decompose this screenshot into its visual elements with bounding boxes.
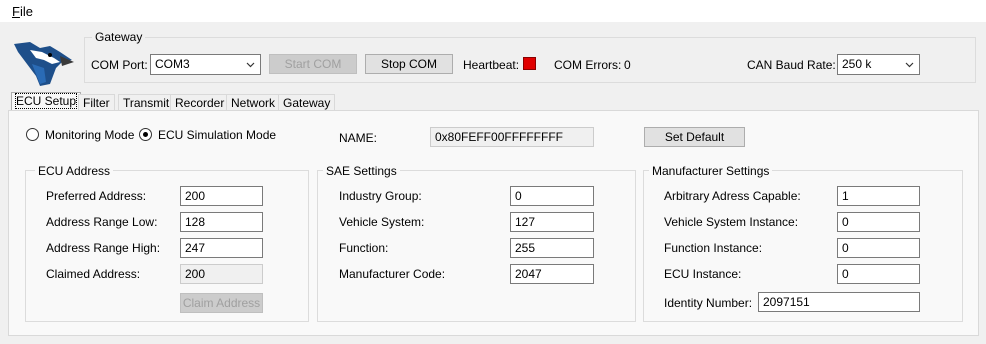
heartbeat-label: Heartbeat: xyxy=(463,58,520,72)
menu-bar: File xyxy=(0,0,986,22)
ecu-instance-label: ECU Instance: xyxy=(664,267,742,281)
function-instance-field[interactable]: 0 xyxy=(837,238,920,258)
menu-file-label: ile xyxy=(19,4,33,19)
tab-ecu-setup-label: ECU Setup xyxy=(14,93,78,109)
simulation-mode-label[interactable]: ECU Simulation Mode xyxy=(158,128,276,142)
stop-com-button[interactable]: Stop COM xyxy=(365,54,453,74)
ecu-address-title: ECU Address xyxy=(35,164,114,178)
function-label: Function: xyxy=(339,241,389,255)
com-port-label: COM Port: xyxy=(91,58,148,72)
address-range-low-field[interactable]: 128 xyxy=(180,212,263,232)
preferred-address-label: Preferred Address: xyxy=(46,189,147,203)
industry-group-field[interactable]: 0 xyxy=(510,186,594,206)
arbitrary-address-label: Arbitrary Adress Capable: xyxy=(664,189,801,203)
industry-group-label: Industry Group: xyxy=(339,189,422,203)
chevron-down-icon xyxy=(246,62,255,68)
menu-file[interactable]: File xyxy=(12,4,33,19)
simulation-mode-radio[interactable] xyxy=(139,128,152,141)
app-logo-icon xyxy=(10,38,76,88)
vehicle-system-label: Vehicle System: xyxy=(339,215,425,229)
arbitrary-address-field[interactable]: 1 xyxy=(837,186,920,206)
name-label: NAME: xyxy=(339,131,378,145)
identity-number-field[interactable]: 2097151 xyxy=(758,292,920,312)
set-default-button[interactable]: Set Default xyxy=(644,127,745,147)
name-field: 0x80FEFF00FFFFFFFF xyxy=(430,127,594,147)
sae-settings-title: SAE Settings xyxy=(323,164,400,178)
ecu-instance-field[interactable]: 0 xyxy=(837,264,920,284)
com-errors-label: COM Errors: xyxy=(554,58,622,72)
heartbeat-indicator xyxy=(523,57,536,70)
tab-gateway-label: Gateway xyxy=(283,96,331,110)
vehicle-system-field[interactable]: 127 xyxy=(510,212,594,232)
com-errors-value: 0 xyxy=(624,58,631,72)
claimed-address-field: 200 xyxy=(180,264,263,284)
vehicle-system-instance-field[interactable]: 0 xyxy=(837,212,920,232)
tab-recorder-label: Recorder xyxy=(175,96,225,110)
gateway-group-title: Gateway xyxy=(92,30,146,44)
function-instance-label: Function Instance: xyxy=(664,241,763,255)
chevron-down-icon xyxy=(905,62,914,68)
monitoring-mode-label[interactable]: Monitoring Mode xyxy=(45,128,134,142)
monitoring-mode-radio[interactable] xyxy=(26,128,39,141)
tab-transmit-label: Transmit xyxy=(123,96,170,110)
manufacturer-settings-title: Manufacturer Settings xyxy=(649,164,773,178)
claimed-address-label: Claimed Address: xyxy=(46,267,141,281)
function-field[interactable]: 255 xyxy=(510,238,594,258)
radio-selected-dot xyxy=(143,132,148,137)
claim-address-button[interactable]: Claim Address xyxy=(180,293,263,313)
menu-file-accelerator: F xyxy=(12,4,20,19)
identity-number-label: Identity Number: xyxy=(664,296,753,310)
baud-rate-select[interactable]: 250 k xyxy=(837,54,920,75)
start-com-button[interactable]: Start COM xyxy=(269,54,357,74)
baud-rate-label: CAN Baud Rate: xyxy=(747,58,836,72)
vehicle-system-instance-label: Vehicle System Instance: xyxy=(664,215,799,229)
baud-rate-value: 250 k xyxy=(842,57,872,71)
tab-filter-label: Filter xyxy=(83,96,110,110)
manufacturer-code-label: Manufacturer Code: xyxy=(339,267,446,281)
address-range-low-label: Address Range Low: xyxy=(46,215,158,229)
address-range-high-label: Address Range High: xyxy=(46,241,161,255)
address-range-high-field[interactable]: 247 xyxy=(180,238,263,258)
tab-network-label: Network xyxy=(231,96,276,110)
preferred-address-field[interactable]: 200 xyxy=(180,186,263,206)
com-port-value: COM3 xyxy=(155,57,190,71)
com-port-select[interactable]: COM3 xyxy=(150,54,261,75)
manufacturer-code-field[interactable]: 2047 xyxy=(510,264,594,284)
